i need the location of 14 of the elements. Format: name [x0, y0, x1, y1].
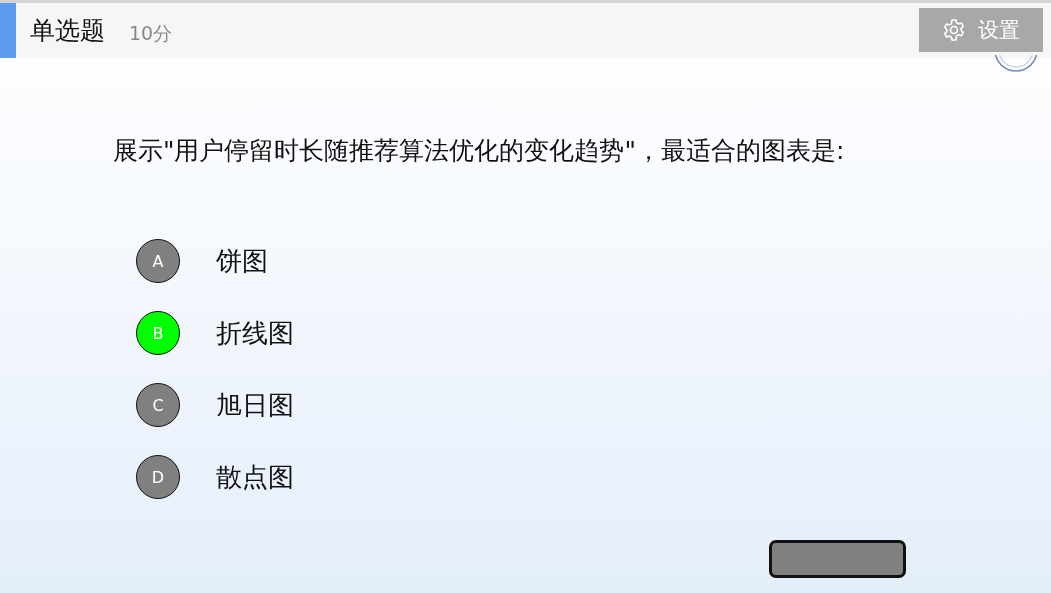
score-label: 10分 [129, 20, 173, 46]
question-text: 展示"用户停留时长随推荐算法优化的变化趋势"，最适合的图表是: [113, 135, 846, 167]
action-button[interactable] [769, 540, 906, 578]
settings-icon [942, 18, 966, 42]
settings-button[interactable]: 设置 [919, 8, 1043, 52]
option-letter-button[interactable]: A [136, 239, 180, 283]
option-label[interactable]: 饼图 [216, 243, 268, 279]
accent-bar [0, 3, 16, 58]
option-letter-button[interactable]: D [136, 455, 180, 499]
option-label[interactable]: 旭日图 [216, 387, 294, 423]
option-letter-button[interactable]: C [136, 383, 180, 427]
question-type-title: 单选题 [30, 15, 105, 47]
option-label[interactable]: 散点图 [216, 459, 294, 495]
option-label[interactable]: 折线图 [216, 315, 294, 351]
